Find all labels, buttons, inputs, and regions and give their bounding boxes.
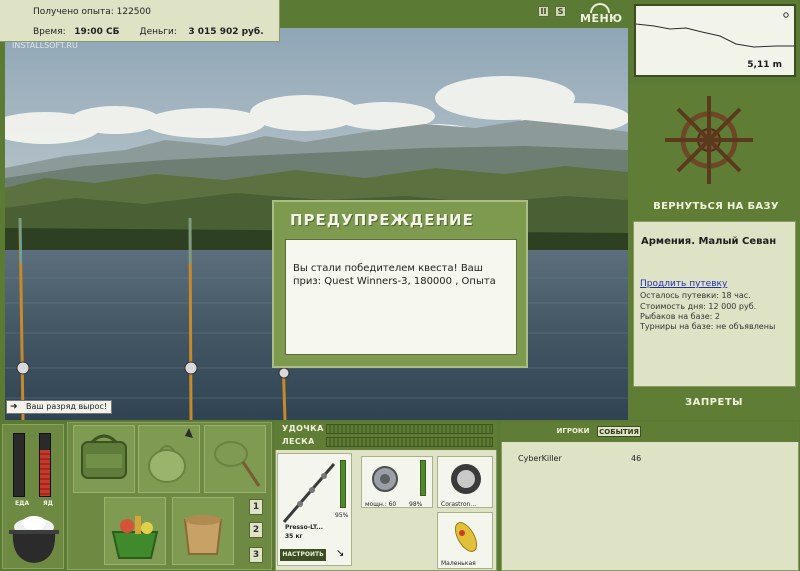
lure-name: Маленькая	[441, 560, 476, 567]
tune-button[interactable]: НАСТРОИТЬ	[280, 549, 326, 561]
time-value: 19:00 СБ	[74, 27, 120, 37]
players-panel	[501, 422, 799, 571]
dialog-message: Вы стали победителем квеста! Ваш приз: Q…	[293, 263, 496, 287]
tab-events[interactable]: СОБЫТИЯ	[597, 426, 641, 437]
anglers-count: Рыбаков на базе: 2	[640, 312, 720, 321]
reel-power: мощн.: 60	[365, 501, 397, 508]
basket-icon	[111, 516, 159, 559]
player-info-panel: Получено опыта: 122500 Время: 19:00 СБ Д…	[0, 0, 280, 42]
location-info: Армения. Малый Севан Продлить путевку Ос…	[633, 221, 796, 387]
spoon-lure-icon	[454, 522, 478, 552]
rod-name: Presso-LT...	[285, 524, 324, 531]
line-card[interactable]: Corastron...	[437, 456, 493, 508]
food-meter	[13, 433, 25, 497]
reel-condition-bar	[420, 460, 426, 496]
pause-icon[interactable]: II	[538, 6, 549, 17]
menu-label: МЕНЮ	[580, 12, 623, 25]
return-to-base-button[interactable]: ВЕРНУТЬСЯ НА БАЗУ	[646, 201, 786, 212]
experience-row: Получено опыта: 122500	[33, 7, 151, 17]
food-label: ЕДА	[15, 500, 30, 507]
poison-meter	[39, 433, 51, 497]
day-cost: Стоимость дня: 12 000 руб.	[640, 302, 757, 311]
keepnet-slot[interactable]	[138, 425, 200, 493]
inventory-panel: 1 2 3	[67, 422, 272, 570]
bag-icon	[81, 434, 127, 479]
experience-label: Получено опыта:	[33, 7, 114, 17]
inventory-page-1[interactable]: 1	[249, 499, 263, 515]
player-value: 46	[631, 454, 642, 463]
depth-value: 5,11 m	[747, 60, 782, 70]
tab-players[interactable]: ИГРОКИ	[554, 426, 592, 437]
location-title: Армения. Малый Севан	[641, 236, 777, 247]
rod-icon	[282, 463, 336, 523]
reel-condition: 98%	[409, 501, 423, 508]
line-name: Corastron...	[441, 501, 477, 508]
depth-meter: 5,11 m	[634, 4, 796, 77]
net-bag-icon	[148, 428, 193, 483]
time-label: Время:	[33, 27, 66, 37]
landing-net-slot[interactable]	[204, 425, 266, 493]
landing-net-icon	[214, 441, 261, 487]
food-basket-slot[interactable]	[104, 497, 166, 565]
line-spool-icon	[451, 464, 481, 494]
time-money-row: Время: 19:00 СБ Деньги: 3 015 902 руб.	[33, 27, 264, 37]
experience-value: 122500	[116, 7, 151, 17]
watermark: INSTALLSOFT.RU	[12, 41, 78, 50]
reel-icon	[372, 466, 398, 492]
dialog-title: ПРЕДУПРЕЖДЕНИЕ	[290, 211, 474, 229]
food-poison-panel: ЕДА ЯД	[2, 424, 64, 569]
rod-tension-label: УДОЧКА	[282, 424, 324, 433]
cauldron-icon[interactable]	[5, 511, 65, 569]
players-header	[501, 422, 799, 442]
money-value: 3 015 902 руб.	[188, 27, 264, 37]
player-name[interactable]: CyberKiller	[518, 454, 562, 463]
rod-condition-bar	[340, 460, 346, 508]
line-tension-label: ЛЕСКА	[282, 437, 315, 446]
bans-button[interactable]: ЗАПРЕТЫ	[628, 397, 800, 408]
ship-wheel-icon	[665, 96, 753, 184]
tournaments-status: Турниры на базе: не объявлены	[640, 322, 776, 331]
tackle-bag-slot[interactable]	[73, 425, 135, 493]
expand-arrow-icon[interactable]: ↘	[336, 548, 344, 559]
rank-up-notice[interactable]: ➜ Ваш разряд вырос!	[6, 400, 113, 414]
sound-icon[interactable]: S	[555, 6, 566, 17]
reel-card[interactable]: мощн.: 60 98%	[361, 456, 433, 508]
arrow-right-icon: ➜	[10, 402, 18, 412]
rod-weight: 35 кг	[285, 533, 303, 540]
dialog-body: Вы стали победителем квеста! Ваш приз: Q…	[285, 239, 517, 355]
permit-remaining: Осталось путевки: 18 час.	[640, 291, 751, 300]
bait-bucket-slot[interactable]	[172, 497, 234, 565]
rod-condition: 95%	[335, 512, 349, 519]
line-tension-bar	[326, 437, 493, 447]
inventory-page-2[interactable]: 2	[249, 522, 263, 538]
poison-meter-fill	[40, 449, 50, 496]
rod-tension-bar	[326, 424, 493, 434]
inventory-page-3[interactable]: 3	[249, 547, 263, 563]
lure-card[interactable]: Маленькая	[437, 512, 493, 569]
poison-label: ЯД	[43, 500, 53, 507]
money-label: Деньги:	[139, 27, 177, 37]
cursor-icon	[185, 428, 193, 438]
menu-button[interactable]: МЕНЮ	[578, 3, 622, 25]
bucket-icon	[183, 515, 223, 555]
warning-dialog[interactable]: ПРЕДУПРЕЖДЕНИЕ Вы стали победителем квес…	[272, 200, 528, 368]
game-screen: Получено опыта: 122500 Время: 19:00 СБ Д…	[0, 0, 800, 571]
extend-permit-link[interactable]: Продлить путевку	[640, 279, 727, 289]
rank-up-text: Ваш разряд вырос!	[26, 402, 108, 411]
